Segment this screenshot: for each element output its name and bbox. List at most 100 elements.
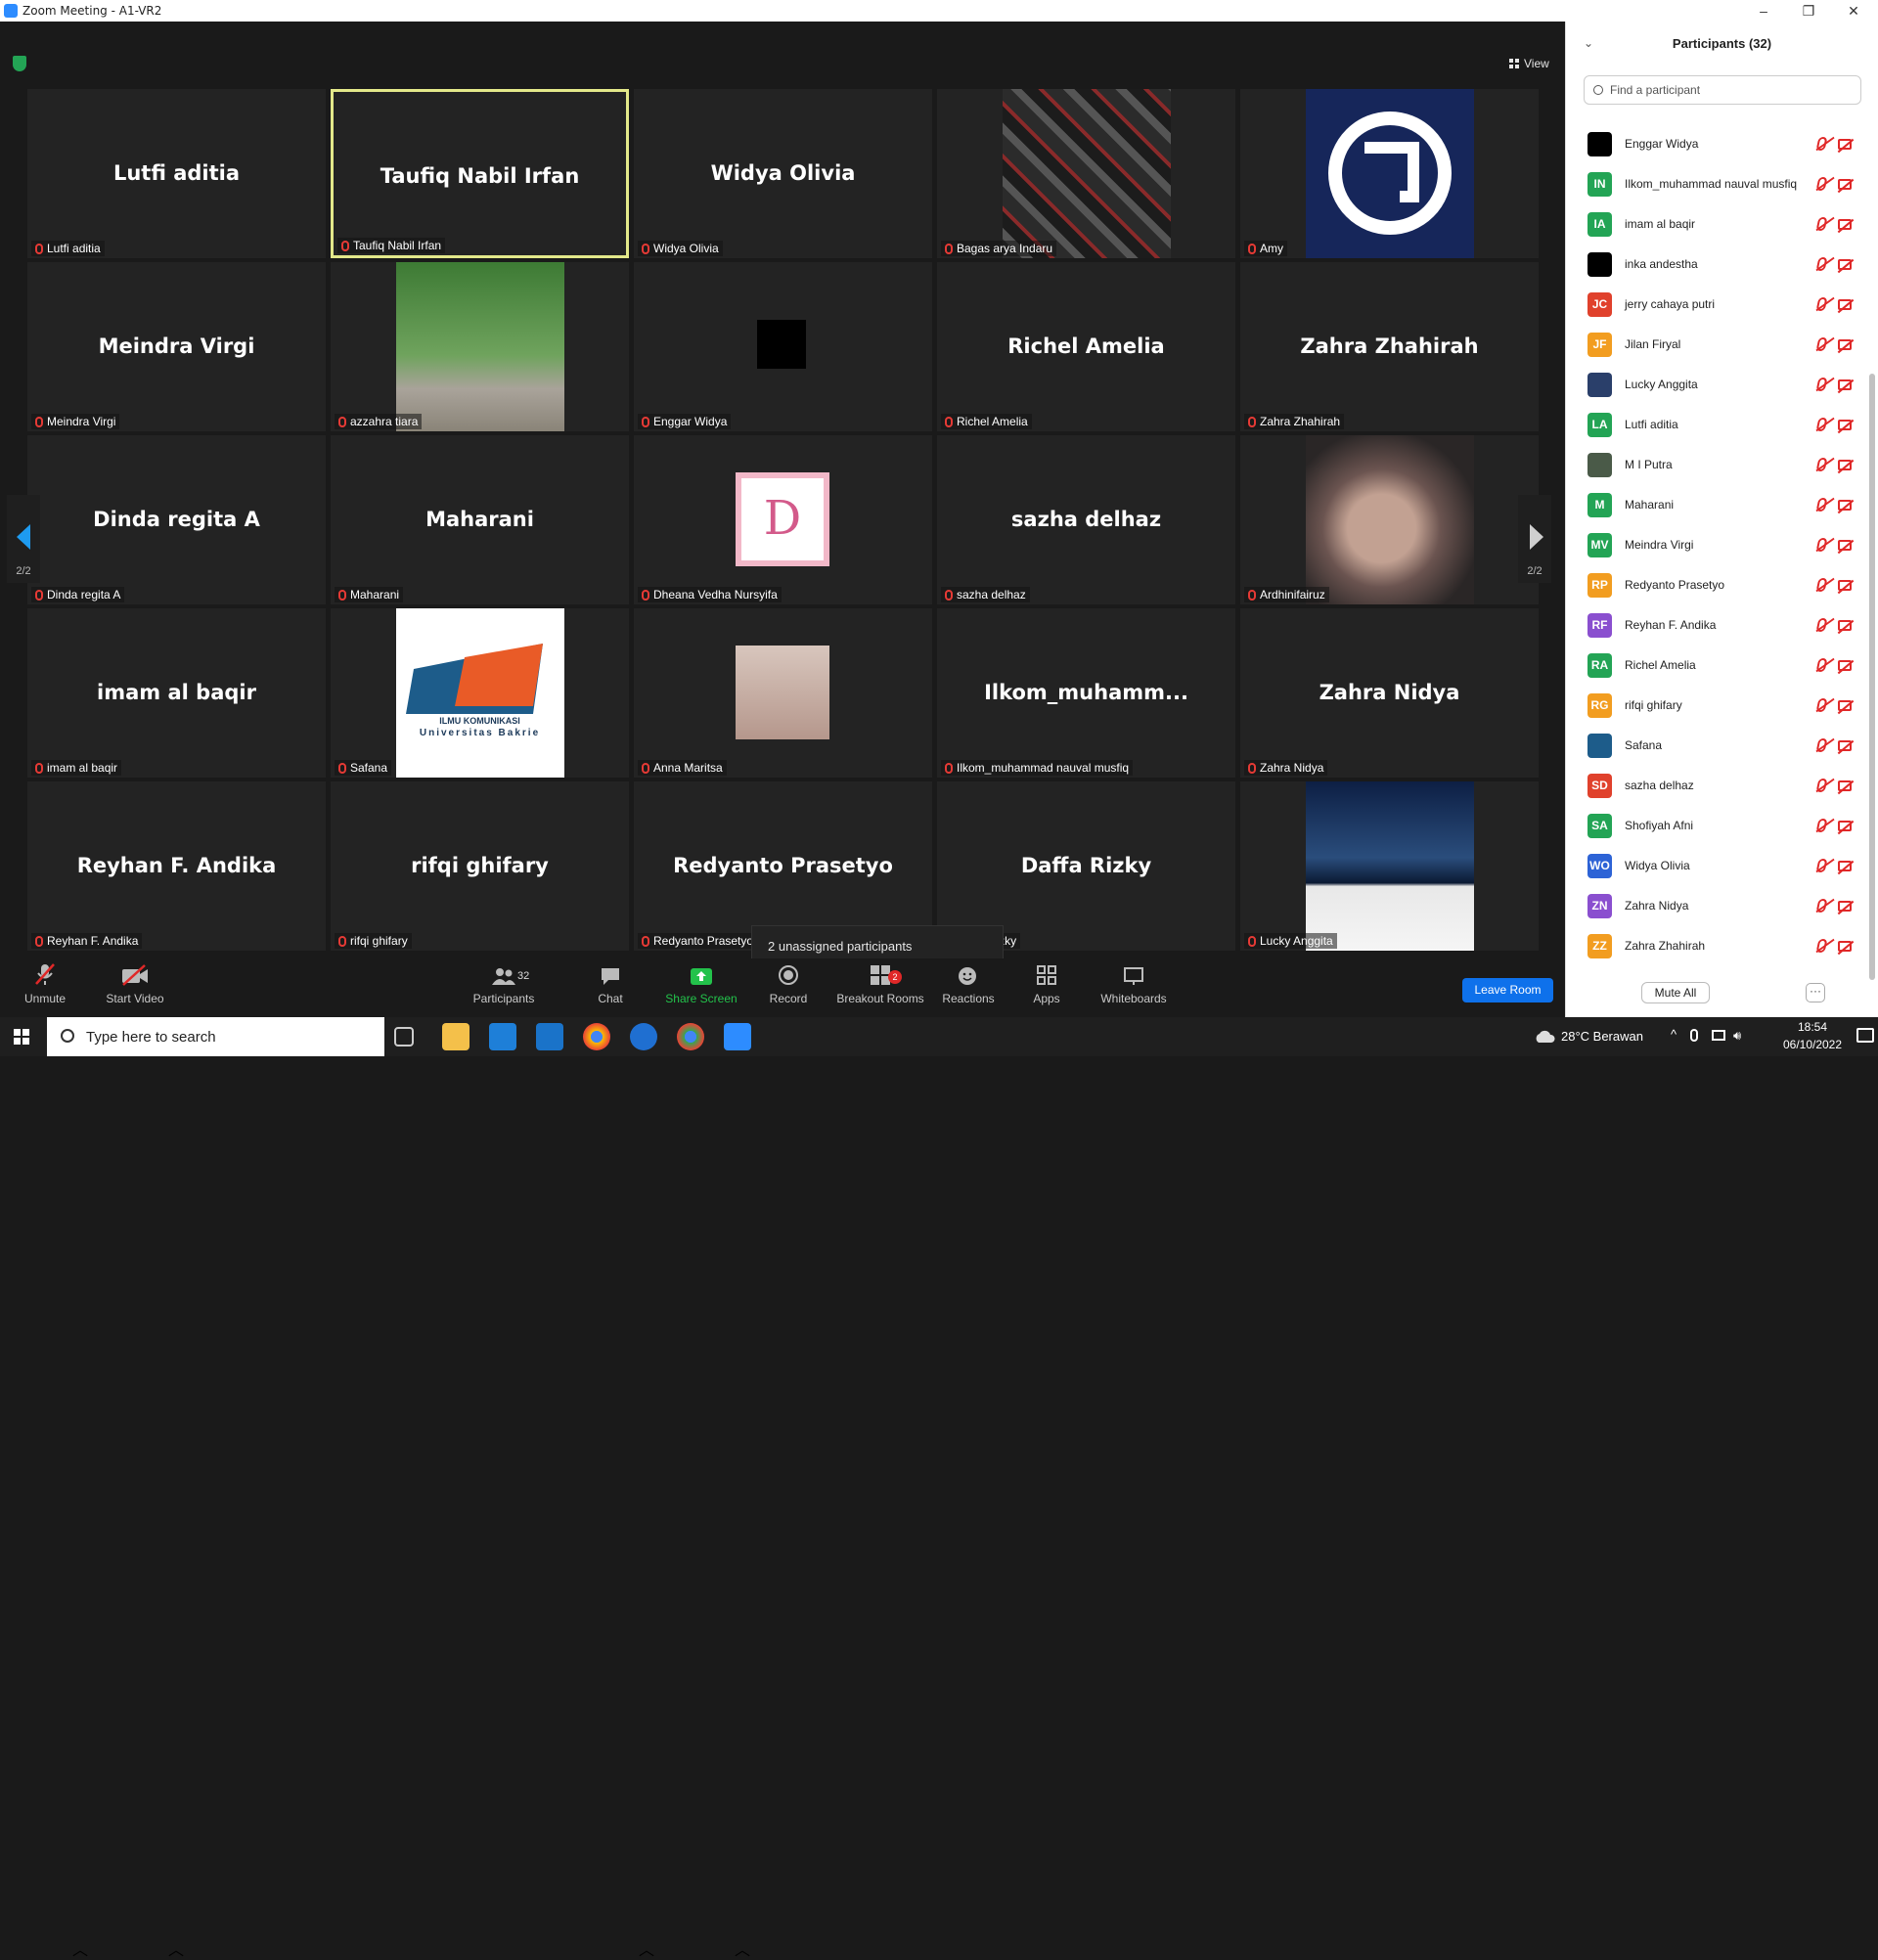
- participant-list-item[interactable]: RF Reyhan F. Andika: [1566, 605, 1869, 646]
- weather-text[interactable]: 28°C Berawan: [1561, 1029, 1643, 1044]
- microsoft-store-icon[interactable]: [489, 1023, 516, 1050]
- muted-mic-icon[interactable]: [1815, 337, 1828, 351]
- video-tile[interactable]: rifqi ghifary rifqi ghifary: [331, 781, 629, 951]
- participant-list-item[interactable]: RA Richel Amelia: [1566, 646, 1869, 686]
- video-off-icon[interactable]: [1838, 339, 1852, 350]
- video-tile[interactable]: ILMU KOMUNIKASI Universitas Bakrie Safana: [331, 608, 629, 778]
- participant-list-item[interactable]: WO Widya Olivia: [1566, 846, 1869, 886]
- participant-list-item[interactable]: ZZ Zahra Zhahirah: [1566, 926, 1869, 966]
- video-off-icon[interactable]: [1838, 740, 1852, 751]
- video-off-icon[interactable]: [1838, 821, 1852, 831]
- video-off-icon[interactable]: [1838, 219, 1852, 230]
- share-screen-button[interactable]: Share Screen: [665, 958, 738, 1017]
- participant-list-item[interactable]: Safana: [1566, 726, 1869, 766]
- muted-mic-icon[interactable]: [1815, 498, 1828, 512]
- video-tile[interactable]: Zahra Nidya Zahra Nidya: [1240, 608, 1539, 778]
- participant-list-item[interactable]: RG rifqi ghifary: [1566, 686, 1869, 726]
- muted-mic-icon[interactable]: [1815, 698, 1828, 712]
- windows-start-icon[interactable]: [14, 1029, 29, 1045]
- muted-mic-icon[interactable]: [1815, 819, 1828, 832]
- video-off-icon[interactable]: [1838, 941, 1852, 952]
- teamviewer-icon[interactable]: [630, 1023, 657, 1050]
- participant-list-item[interactable]: RP Redyanto Prasetyo: [1566, 565, 1869, 605]
- more-options-button[interactable]: ···: [1806, 983, 1825, 1002]
- video-off-icon[interactable]: [1838, 139, 1852, 150]
- maximize-button[interactable]: ❐: [1786, 1, 1831, 21]
- muted-mic-icon[interactable]: [1815, 618, 1828, 632]
- tray-chevron-icon[interactable]: ^: [1671, 1027, 1677, 1042]
- video-off-icon[interactable]: [1838, 780, 1852, 791]
- reactions-button[interactable]: Reactions: [939, 958, 998, 1017]
- participants-button[interactable]: Participants 32: [470, 958, 538, 1017]
- next-page-button[interactable]: 2/2: [1518, 495, 1551, 583]
- video-tile[interactable]: Amy: [1240, 89, 1539, 258]
- video-off-icon[interactable]: [1838, 861, 1852, 871]
- breakout-rooms-button[interactable]: Breakout Rooms 2: [833, 958, 927, 1017]
- participant-list-scrollbar[interactable]: [1869, 374, 1875, 980]
- task-view-icon[interactable]: [394, 1027, 414, 1047]
- video-tile[interactable]: sazha delhaz sazha delhaz: [937, 435, 1235, 604]
- participant-list-item[interactable]: IN Ilkom_muhammad nauval musfiq: [1566, 164, 1869, 204]
- muted-mic-icon[interactable]: [1815, 538, 1828, 552]
- video-tile[interactable]: imam al baqir imam al baqir: [27, 608, 326, 778]
- muted-mic-icon[interactable]: [1815, 939, 1828, 953]
- video-tile[interactable]: Maharani Maharani: [331, 435, 629, 604]
- participant-list-item[interactable]: inka andestha: [1566, 245, 1869, 285]
- participant-search-input[interactable]: Find a participant: [1584, 75, 1861, 105]
- video-off-icon[interactable]: [1838, 700, 1852, 711]
- chat-button[interactable]: Chat: [591, 958, 630, 1017]
- taskbar-search-box[interactable]: Type here to search: [47, 1017, 384, 1056]
- unmute-button[interactable]: Unmute: [18, 958, 72, 1017]
- participant-list-item[interactable]: ZN Zahra Nidya: [1566, 886, 1869, 926]
- video-tile[interactable]: azzahra tiara: [331, 262, 629, 431]
- participant-list-item[interactable]: M I Putra: [1566, 445, 1869, 485]
- video-off-icon[interactable]: [1838, 299, 1852, 310]
- audio-options-caret[interactable]: ︿: [72, 1937, 88, 1960]
- video-off-icon[interactable]: [1838, 901, 1852, 912]
- muted-mic-icon[interactable]: [1815, 257, 1828, 271]
- encryption-shield-icon[interactable]: [13, 56, 26, 71]
- record-button[interactable]: Record: [765, 958, 812, 1017]
- chrome-profile-icon[interactable]: [677, 1023, 704, 1050]
- prev-page-button[interactable]: 2/2: [7, 495, 40, 583]
- video-tile[interactable]: Reyhan F. Andika Reyhan F. Andika: [27, 781, 326, 951]
- view-button[interactable]: View: [1501, 53, 1557, 74]
- muted-mic-icon[interactable]: [1815, 658, 1828, 672]
- video-off-icon[interactable]: [1838, 259, 1852, 270]
- volume-icon[interactable]: 🔊︎: [1733, 1028, 1741, 1044]
- clock-date[interactable]: 06/10/2022: [1778, 1038, 1847, 1051]
- muted-mic-icon[interactable]: [1815, 418, 1828, 431]
- video-off-icon[interactable]: [1838, 580, 1852, 591]
- microphone-icon[interactable]: [1690, 1029, 1698, 1042]
- video-tile[interactable]: Ilkom_muhamm... Ilkom_muhammad nauval mus…: [937, 608, 1235, 778]
- video-tile[interactable]: Lutfi aditia Lutfi aditia: [27, 89, 326, 258]
- muted-mic-icon[interactable]: [1815, 859, 1828, 872]
- video-tile[interactable]: Widya Olivia Widya Olivia: [634, 89, 932, 258]
- network-icon[interactable]: [1712, 1030, 1725, 1041]
- zoom-taskbar-icon[interactable]: [724, 1023, 751, 1050]
- muted-mic-icon[interactable]: [1815, 137, 1828, 151]
- video-tile[interactable]: Meindra Virgi Meindra Virgi: [27, 262, 326, 431]
- close-window-button[interactable]: ✕: [1831, 1, 1876, 21]
- video-off-icon[interactable]: [1838, 500, 1852, 511]
- share-options-caret[interactable]: ︿: [735, 1937, 750, 1960]
- video-tile[interactable]: D Dheana Vedha Nursyifa: [634, 435, 932, 604]
- muted-mic-icon[interactable]: [1815, 378, 1828, 391]
- participant-list-item[interactable]: JF Jilan Firyal: [1566, 325, 1869, 365]
- participant-list-item[interactable]: SA Shofiyah Afni: [1566, 806, 1869, 846]
- video-off-icon[interactable]: [1838, 460, 1852, 470]
- video-off-icon[interactable]: [1838, 179, 1852, 190]
- chrome-icon[interactable]: [583, 1023, 610, 1050]
- video-tile[interactable]: Enggar Widya: [634, 262, 932, 431]
- video-off-icon[interactable]: [1838, 379, 1852, 390]
- video-tile[interactable]: Richel Amelia Richel Amelia: [937, 262, 1235, 431]
- participant-list-item[interactable]: SD sazha delhaz: [1566, 766, 1869, 806]
- muted-mic-icon[interactable]: [1815, 738, 1828, 752]
- muted-mic-icon[interactable]: [1815, 297, 1828, 311]
- video-off-icon[interactable]: [1838, 660, 1852, 671]
- video-tile[interactable]: Anna Maritsa: [634, 608, 932, 778]
- participant-list-item[interactable]: IA imam al baqir: [1566, 204, 1869, 245]
- participant-list-item[interactable]: LA Lutfi aditia: [1566, 405, 1869, 445]
- participant-list-item[interactable]: M Maharani: [1566, 485, 1869, 525]
- mute-all-button[interactable]: Mute All: [1641, 982, 1710, 1003]
